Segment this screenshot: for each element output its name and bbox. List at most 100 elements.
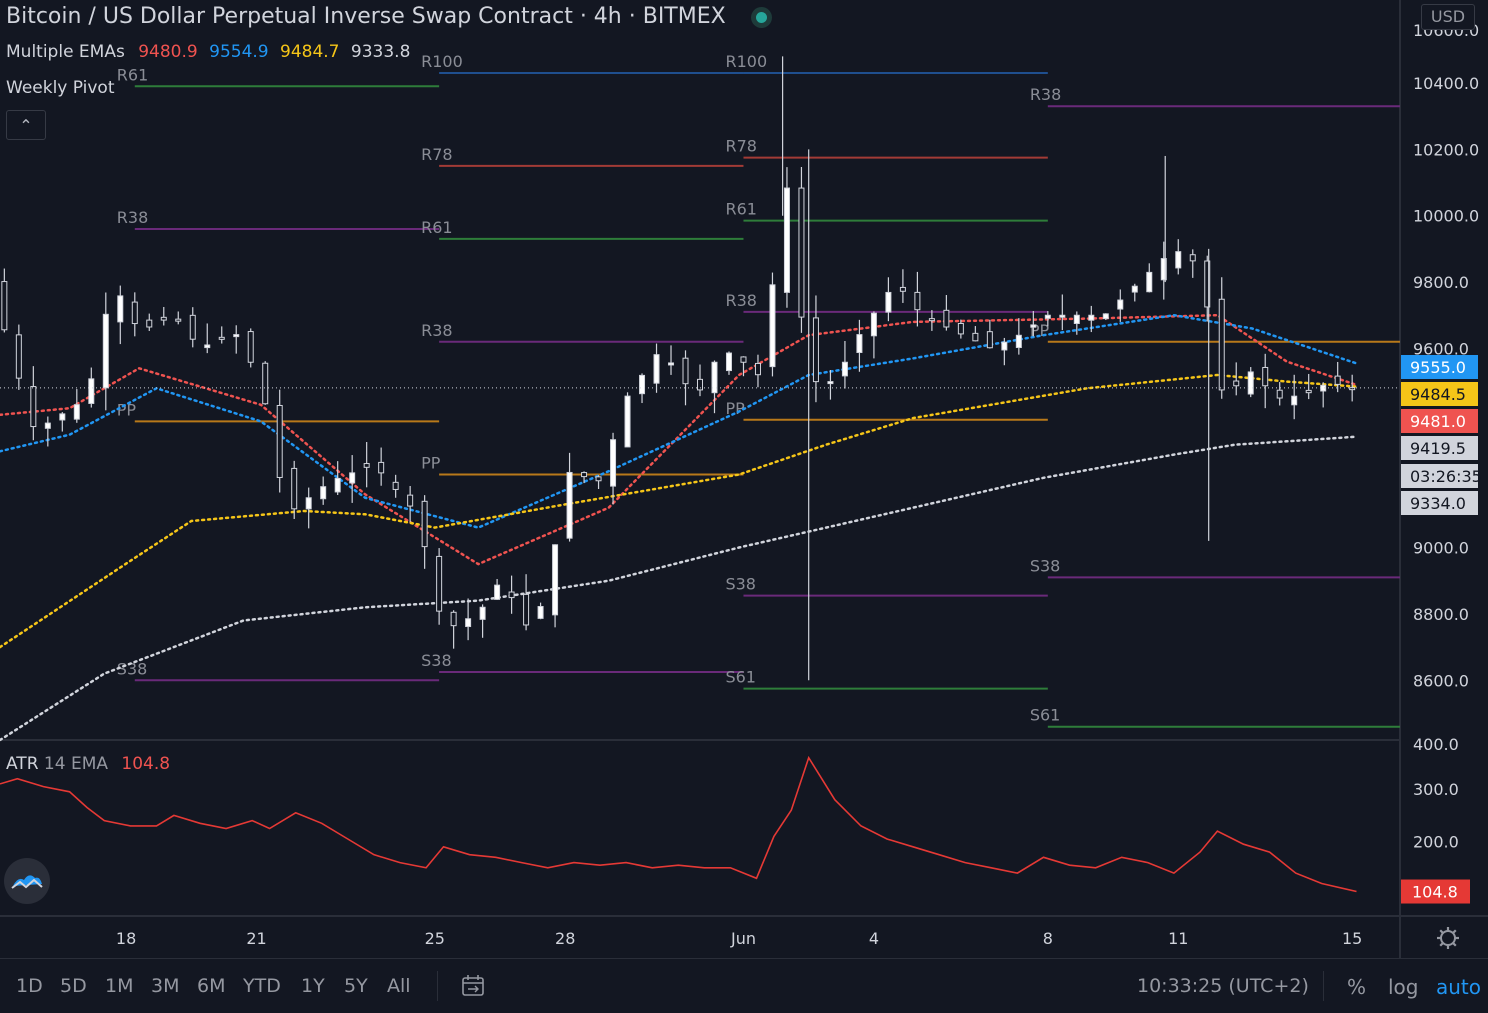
atr-legend-value: 104.8 — [121, 754, 171, 774]
price-chart[interactable]: R61 R38 PP S38 R100 R78 R61 R38 PP S38 R100 R78 R61 R… — [0, 0, 1488, 958]
time-axis-tick: 8 — [1043, 929, 1053, 948]
candle-body — [204, 344, 211, 349]
timeframe-5y[interactable]: 5Y — [344, 975, 368, 997]
candle-body — [392, 481, 399, 490]
atr-value-tag-label: 104.8 — [1412, 883, 1458, 902]
gear-tooth — [1452, 929, 1457, 934]
candle-body — [856, 334, 863, 354]
candle-body — [494, 584, 501, 600]
candle-body — [552, 544, 559, 616]
candle-body — [885, 291, 892, 313]
timeframe-1m[interactable]: 1M — [105, 975, 133, 997]
timeframe-6m[interactable]: 6M — [197, 975, 225, 997]
percent-scale-button[interactable]: % — [1347, 975, 1366, 999]
time-axis-tick: 28 — [555, 929, 575, 948]
candle-body — [146, 319, 153, 328]
ema-legend-label: Multiple EMAs — [6, 42, 125, 62]
time-axis-tick: Jun — [730, 929, 756, 948]
pivot-label-r61: R61 — [421, 218, 452, 237]
candle-body — [1305, 389, 1312, 394]
pivot-label-s38: S38 — [725, 575, 756, 594]
pivot-label-r38: R38 — [725, 291, 756, 310]
candle-body — [957, 322, 964, 335]
chevron-up-icon: ⌃ — [19, 116, 33, 135]
candle-body — [914, 291, 921, 311]
gear-tooth — [1439, 942, 1444, 947]
candle-body — [1015, 334, 1022, 349]
pivot-label-r38: R38 — [117, 208, 148, 227]
candle-body — [508, 591, 515, 599]
bottom-toolbar: 1D 5D 1M 3M 6M YTD 1Y 5Y All 10:33:25 (U… — [0, 958, 1488, 1013]
ema-value-yellow: 9484.7 — [280, 42, 340, 62]
timeframe-all[interactable]: All — [387, 975, 411, 997]
price-tag-label: 9481.0 — [1410, 412, 1466, 431]
log-scale-button[interactable]: log — [1388, 975, 1419, 999]
pivot-label-r61: R61 — [725, 200, 756, 219]
price-axis-tick: 10000.0 — [1413, 207, 1479, 226]
candle-body — [1276, 389, 1283, 399]
candle-body — [59, 413, 66, 421]
collapse-legend-button[interactable]: ⌃ — [6, 110, 46, 140]
candle-body — [117, 295, 124, 323]
pivot-label-r38: R38 — [421, 321, 452, 340]
atr-axis-tick: 300.0 — [1413, 780, 1459, 799]
candle-body — [1175, 251, 1182, 269]
candle-body — [1117, 299, 1124, 310]
calendar-range-icon[interactable] — [460, 973, 488, 1003]
price-axis-tick: 10200.0 — [1413, 140, 1479, 159]
time-axis-tick: 4 — [869, 929, 879, 948]
timeframe-ytd[interactable]: YTD — [243, 975, 281, 997]
candle-body — [943, 309, 950, 328]
candle-body — [378, 461, 385, 474]
ema-value-blue: 9554.9 — [209, 42, 269, 62]
timeframe-1y[interactable]: 1Y — [301, 975, 325, 997]
timeframe-3m[interactable]: 3M — [151, 975, 179, 997]
candle-body — [450, 611, 457, 627]
time-axis-tick: 25 — [425, 929, 445, 948]
auto-scale-button[interactable]: auto — [1436, 975, 1481, 999]
candle-body — [653, 354, 660, 384]
candle-body — [668, 362, 675, 366]
candle-body — [102, 313, 109, 389]
gear-tooth — [1439, 929, 1444, 934]
candle-body — [1, 281, 8, 331]
timeframe-1d[interactable]: 1D — [16, 975, 43, 997]
candle-body — [1001, 341, 1008, 351]
candle-body — [189, 314, 196, 340]
candle-body — [928, 318, 935, 322]
candle-body — [131, 301, 138, 325]
price-axis-tick: 8600.0 — [1413, 671, 1469, 690]
time-axis-tick: 15 — [1342, 929, 1362, 948]
tradingview-logo-icon[interactable] — [4, 858, 50, 904]
candle-body — [1262, 366, 1269, 387]
price-axis-tick: 9800.0 — [1413, 273, 1469, 292]
candle-body — [827, 381, 834, 385]
pivot-label-s61: S61 — [725, 668, 756, 687]
candle-body — [1073, 314, 1080, 325]
candle-body — [639, 374, 646, 395]
candle-body — [610, 439, 617, 487]
clock-display[interactable]: 10:33:25 (UTC+2) — [1137, 975, 1309, 997]
currency-label[interactable]: USD — [1421, 4, 1475, 30]
candle-body — [44, 422, 51, 429]
candle-body — [247, 331, 254, 363]
pivot-label-pp: PP — [117, 400, 137, 419]
ema-legend: Multiple EMAs 9480.9 9554.9 9484.7 9333.… — [6, 42, 410, 62]
pivot-label-r78: R78 — [421, 145, 452, 164]
candle-body — [783, 187, 790, 293]
candle-body — [1189, 254, 1196, 262]
candle-body — [740, 356, 747, 363]
candle-body — [160, 316, 167, 321]
candle-body — [870, 312, 877, 337]
candle-body — [1146, 271, 1153, 293]
timeframe-5d[interactable]: 5D — [60, 975, 87, 997]
candle-body — [537, 606, 544, 619]
candle-body — [73, 404, 80, 420]
price-tag-label: 9334.0 — [1410, 494, 1466, 513]
candle-body — [479, 606, 486, 620]
pivot-label-s38: S38 — [421, 651, 452, 670]
pivot-label-pp: PP — [725, 399, 745, 418]
candle-body — [30, 386, 37, 428]
candle-body — [305, 497, 312, 510]
pivot-label-s38: S38 — [1030, 556, 1061, 575]
